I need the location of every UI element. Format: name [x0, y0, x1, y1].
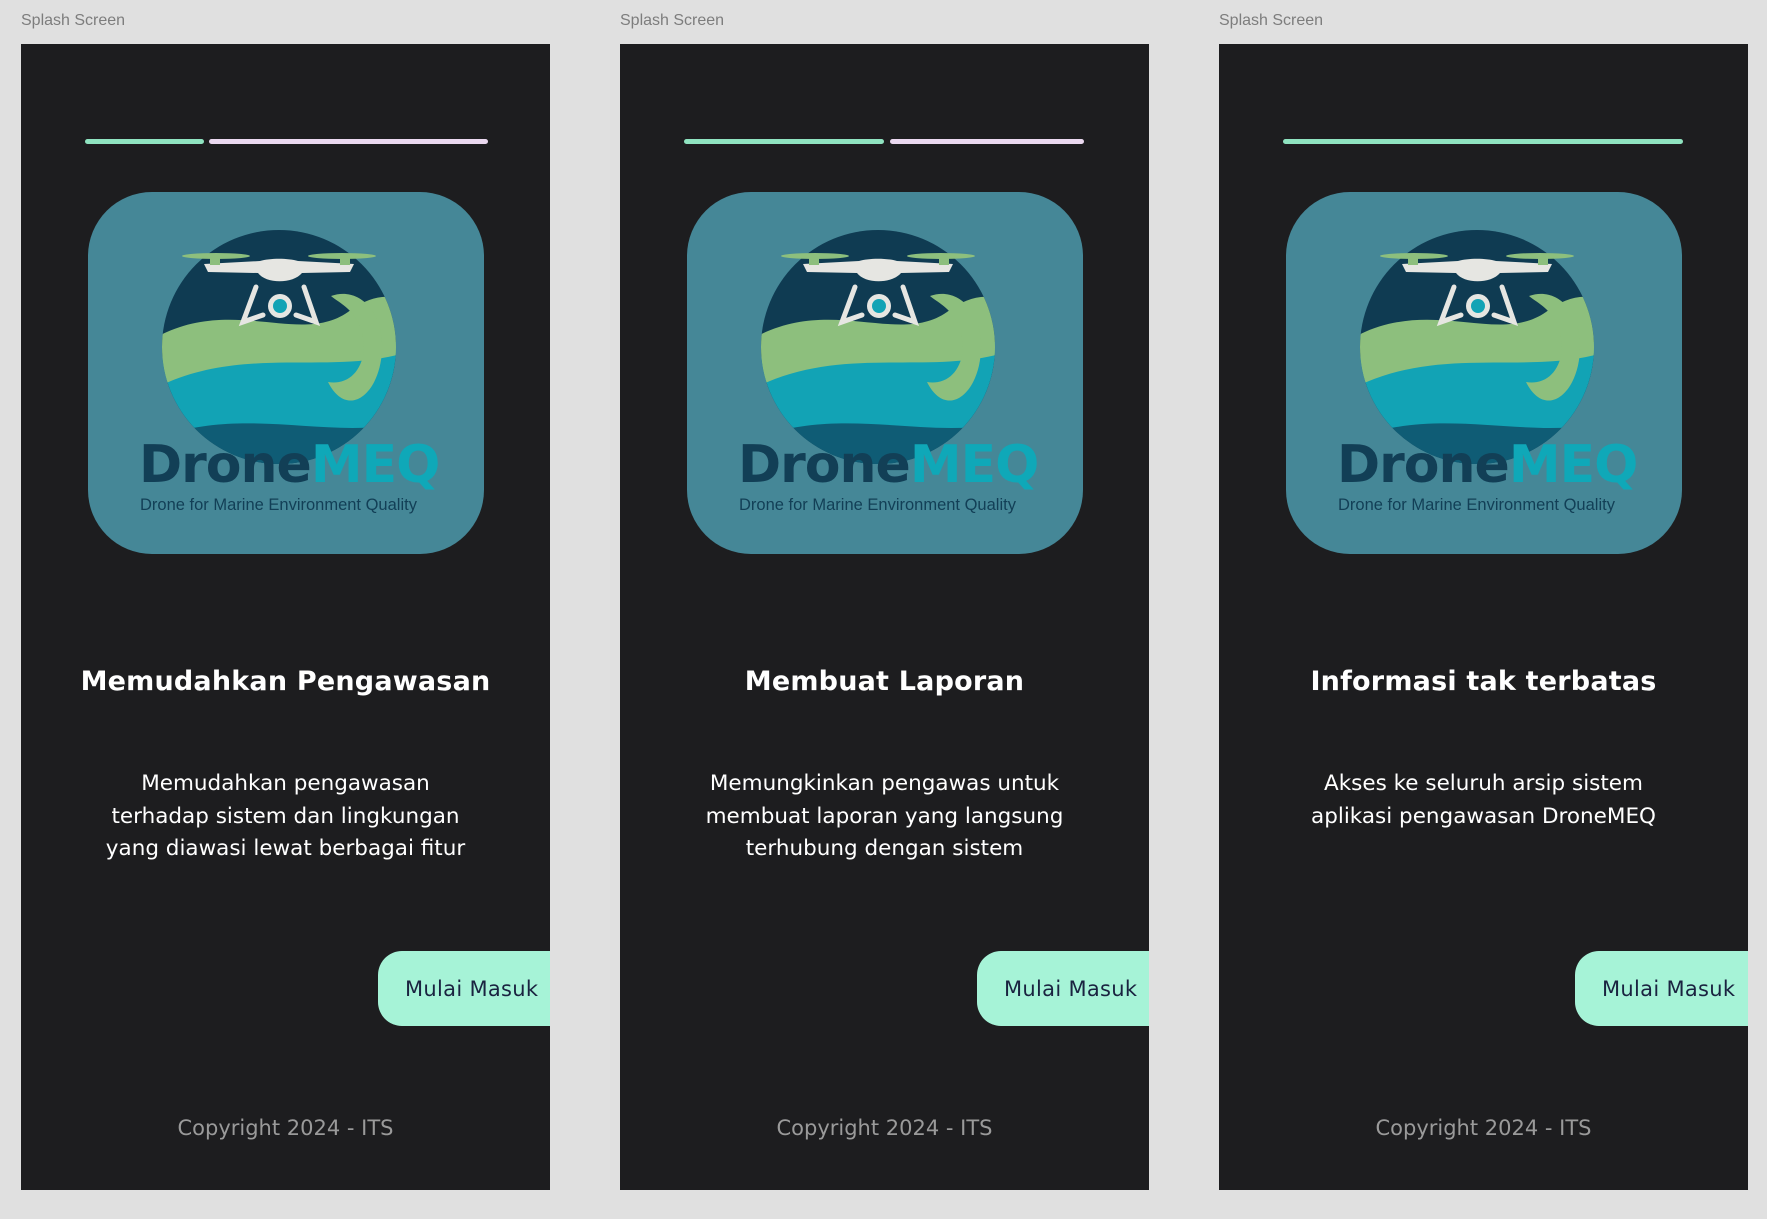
onboarding-progress [684, 139, 1087, 144]
frame-label: Splash Screen [21, 12, 126, 29]
screen-description: Memudahkan pengawasan terhadap sistem da… [105, 771, 466, 861]
screen-title: Membuat Laporan [744, 666, 1025, 697]
screen-description: Memungkinkan pengawas untuk membuat lapo… [705, 771, 1064, 861]
frame-label: Splash Screen [620, 12, 725, 29]
screen-title: Informasi tak terbatas [1310, 666, 1657, 697]
copyright-text: Copyright 2024 - ITS [177, 1116, 394, 1140]
brand-tagline: Drone for Marine Environment Quality [1338, 496, 1615, 514]
app-logo: DroneMEQ Drone for Marine Environment Qu… [1286, 192, 1682, 554]
brand-name: DroneMEQ [1337, 435, 1638, 495]
splash-screen-1: DroneMEQ Drone for Marine Environment Qu… [21, 44, 550, 1190]
progress-active-segment [684, 139, 884, 144]
screen-description: Akses ke seluruh arsip sistem aplikasi p… [1311, 771, 1656, 829]
progress-active-segment [1283, 139, 1683, 144]
app-logo: DroneMEQ Drone for Marine Environment Qu… [687, 192, 1083, 554]
app-logo: DroneMEQ Drone for Marine Environment Qu… [88, 192, 484, 554]
start-login-button[interactable]: Mulai Masuk [1575, 951, 1748, 1026]
start-login-button[interactable]: Mulai Masuk [378, 951, 550, 1026]
onboarding-progress [1283, 139, 1686, 144]
progress-active-segment [85, 139, 204, 144]
splash-screen-3: DroneMEQ Drone for Marine Environment Qu… [1219, 44, 1748, 1190]
splash-screen-2: DroneMEQ Drone for Marine Environment Qu… [620, 44, 1149, 1190]
copyright-text: Copyright 2024 - ITS [1375, 1116, 1592, 1140]
brand-name: DroneMEQ [139, 435, 440, 495]
screen-title: Memudahkan Pengawasan [80, 666, 491, 697]
brand-tagline: Drone for Marine Environment Quality [739, 496, 1016, 514]
progress-remaining-segment [209, 139, 488, 144]
copyright-text: Copyright 2024 - ITS [776, 1116, 993, 1140]
brand-name: DroneMEQ [738, 435, 1039, 495]
start-login-button[interactable]: Mulai Masuk [977, 951, 1149, 1026]
frame-label: Splash Screen [1219, 12, 1324, 29]
progress-remaining-segment [890, 139, 1084, 144]
brand-tagline: Drone for Marine Environment Quality [140, 496, 417, 514]
onboarding-progress [85, 139, 488, 144]
